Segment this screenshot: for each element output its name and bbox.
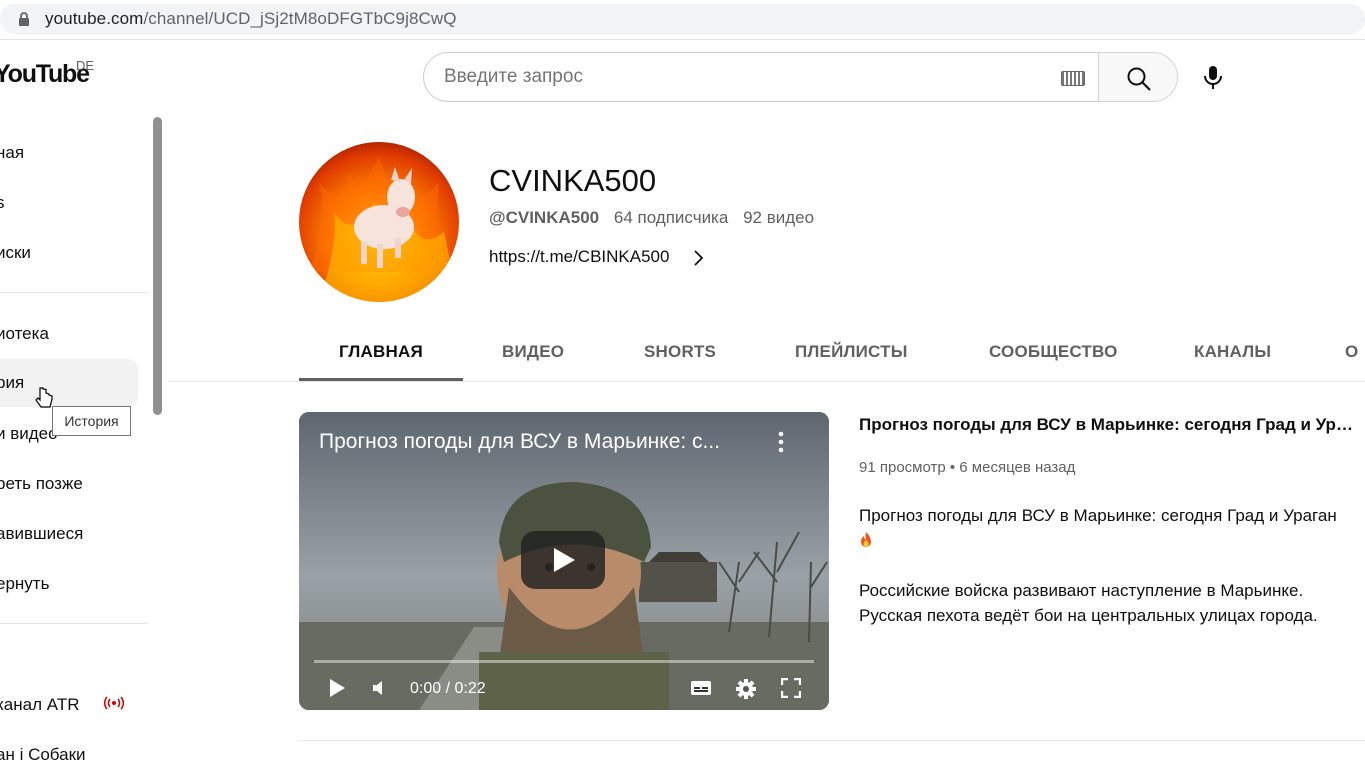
channel-meta: @CVINKA500 64 подписчика 92 видео (489, 208, 824, 228)
time-display: 0:00 / 0:22 (410, 680, 486, 697)
tab-shorts[interactable]: SHORTS (644, 342, 716, 362)
video-title[interactable]: Прогноз погоды для ВСУ в Марьинке: сегод… (859, 415, 1359, 435)
play-icon[interactable] (328, 678, 346, 698)
subtitles-icon[interactable] (690, 678, 712, 698)
keyboard-icon[interactable] (1061, 71, 1085, 86)
settings-gear-icon[interactable] (735, 678, 757, 700)
tooltip: История (52, 406, 131, 436)
sidebar-item-shorts[interactable]: s (0, 179, 138, 227)
tab-about[interactable]: О (1345, 342, 1358, 362)
sidebar-item-library[interactable]: иотека (0, 310, 138, 358)
big-play-button[interactable] (521, 531, 605, 589)
channel-name: CVINKA500 (489, 163, 657, 198)
lock-icon (19, 12, 29, 26)
sidebar-item-collapse[interactable]: ернуть (0, 560, 138, 608)
search-button[interactable] (1098, 52, 1178, 102)
url-text[interactable]: youtube.com/channel/UCD_jSj2tM8oDFGTbC9j… (45, 9, 457, 29)
channel-tabs: ГЛАВНАЯ ВИДЕО SHORTS ПЛЕЙЛИСТЫ СООБЩЕСТВ… (168, 326, 1365, 382)
description-line: Российские войска развивают наступление … (859, 581, 1304, 600)
hand-cursor-icon (35, 387, 53, 408)
sidebar-item-history[interactable]: рия (0, 359, 138, 407)
sidebar-divider (0, 292, 148, 293)
fullscreen-icon[interactable] (781, 678, 801, 698)
volume-icon[interactable] (371, 678, 389, 698)
channel-link[interactable]: https://t.me/CBINKA500 (489, 247, 669, 267)
search-box[interactable] (423, 52, 1099, 102)
player-title[interactable]: Прогноз погоды для ВСУ в Марьинке: с... (319, 430, 759, 454)
tab-community[interactable]: СООБЩЕСТВО (989, 342, 1118, 362)
browser-url-bar[interactable]: youtube.com/channel/UCD_jSj2tM8oDFGTbC9j… (0, 0, 1365, 40)
video-count: 92 видео (743, 208, 815, 227)
sidebar-divider (0, 623, 148, 624)
chevron-right-icon[interactable] (692, 250, 704, 266)
sidebar-item-liked[interactable]: авившиеся (0, 510, 138, 558)
more-vert-icon[interactable] (777, 430, 785, 454)
sidebar-item-watch-later[interactable]: реть позже (0, 460, 138, 508)
fire-emoji-icon (861, 532, 871, 547)
video-description: Прогноз погоды для ВСУ в Марьинке: сегод… (859, 503, 1365, 628)
tab-home[interactable]: ГЛАВНАЯ (339, 342, 423, 362)
region-code: DE (76, 58, 95, 73)
video-player[interactable]: Прогноз погоды для ВСУ в Марьинке: с... … (299, 412, 829, 710)
channel-handle: @CVINKA500 (489, 208, 600, 227)
channel-avatar[interactable] (299, 142, 459, 302)
sidebar-item-subscriptions[interactable]: иски (0, 229, 138, 277)
section-divider (299, 740, 1365, 741)
search-input[interactable] (444, 65, 1044, 89)
sidebar-item-home[interactable]: ная (0, 129, 138, 177)
tab-channels[interactable]: КАНАЛЫ (1194, 342, 1271, 362)
description-line: Прогноз погоды для ВСУ в Марьинке: сегод… (859, 506, 1337, 525)
progress-bar[interactable] (314, 660, 814, 663)
mic-icon[interactable] (1202, 65, 1224, 91)
tab-playlists[interactable]: ПЛЕЙЛИСТЫ (795, 342, 908, 362)
sidebar-scrollbar[interactable] (153, 117, 162, 415)
description-line: Русская пехота ведёт бои на центральных … (859, 606, 1318, 625)
search-icon (1127, 67, 1151, 91)
tab-videos[interactable]: ВИДЕО (502, 342, 564, 362)
tab-active-indicator (299, 378, 463, 381)
live-icon (104, 696, 124, 710)
video-meta: 91 просмотр • 6 месяцев назад (859, 459, 1076, 476)
subscriber-count: 64 подписчика (613, 208, 729, 227)
sidebar-item-subscription-dogs[interactable]: ан і Собаки (0, 731, 138, 779)
